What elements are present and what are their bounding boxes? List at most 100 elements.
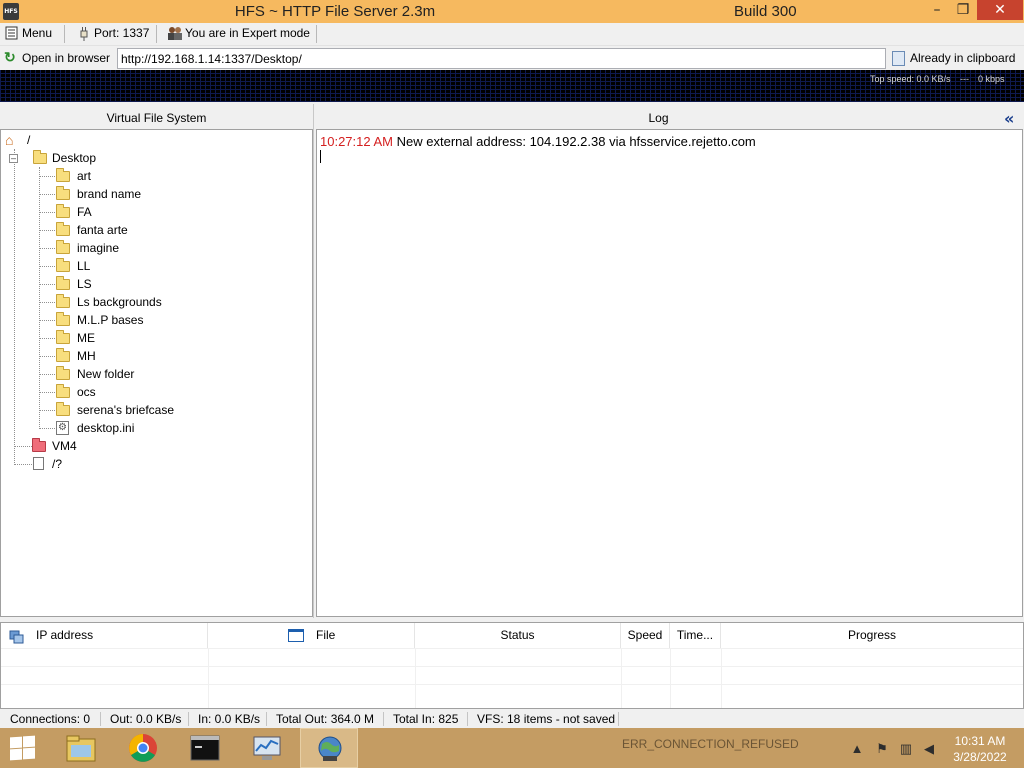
tree-connector (39, 374, 55, 375)
tray-notification: ERR_CONNECTION_REFUSED (622, 737, 799, 751)
column-header-progress[interactable]: Progress (721, 623, 1023, 648)
status-divider (467, 712, 468, 726)
column-header-ip[interactable]: IP address (1, 623, 208, 648)
folder-icon (56, 366, 70, 380)
menu-icon (4, 26, 19, 41)
tree-node-label: LL (77, 259, 91, 273)
log-timestamp: 10:27:12 AM (320, 134, 393, 149)
minimize-button[interactable]: – (924, 0, 950, 20)
tree-node-label: FA (77, 205, 92, 219)
port-button[interactable]: Port: 1337 (72, 23, 155, 45)
tree-connector (39, 212, 55, 213)
column-header-status[interactable]: Status (415, 623, 621, 648)
port-label: Port: 1337 (94, 26, 150, 40)
table-column-divider (621, 648, 622, 708)
log-panel[interactable]: 10:27:12 AM New external address: 104.19… (316, 129, 1023, 617)
folder-icon (56, 186, 70, 200)
vfs-tree-panel[interactable]: ⌂ / – Desktop art brand name FA fanta arte i… (0, 129, 313, 617)
status-divider (188, 712, 189, 726)
expert-mode-button[interactable]: You are in Expert mode (163, 23, 316, 45)
tree-connector (39, 410, 55, 411)
menu-button[interactable]: Menu (0, 23, 58, 45)
tree-node-label: imagine (77, 241, 120, 255)
tree-node-label: MH (77, 349, 96, 363)
tree-node-label: Ls backgrounds (77, 295, 162, 309)
collapse-icon[interactable]: « (1004, 109, 1014, 128)
folder-icon (56, 276, 70, 290)
open-in-browser-button[interactable]: ↻ Open in browser (0, 48, 110, 68)
status-divider (266, 712, 267, 726)
tree-connector (39, 428, 55, 429)
url-bar: ↻ Open in browser Already in clipboard (0, 45, 1024, 70)
vfs-tree: ⌂ / – Desktop art brand name FA fanta arte i… (5, 132, 175, 471)
folder-icon (56, 168, 70, 182)
hfs-globe-icon (315, 734, 345, 764)
taskbar-hfs[interactable] (300, 728, 358, 768)
table-header-divider (1, 648, 1023, 649)
table-column-divider (208, 648, 209, 708)
url-field[interactable] (117, 48, 886, 69)
title-bar[interactable]: HFS HFS ~ HTTP File Server 2.3m Build 30… (0, 0, 1024, 23)
tree-connector (39, 356, 55, 357)
folder-icon (56, 294, 70, 308)
tree-connector (39, 392, 55, 393)
status-divider (618, 712, 619, 726)
network-icon (9, 628, 24, 644)
tree-connector (39, 338, 55, 339)
show-hidden-icons-icon[interactable]: ▲ (849, 741, 865, 757)
clipboard-icon (892, 51, 905, 66)
red-folder-icon (32, 438, 46, 452)
tree-node-label: brand name (77, 187, 142, 201)
toolbar-divider (316, 25, 317, 43)
tree-connector (14, 464, 32, 465)
window-icon (288, 629, 304, 642)
clock-time: 10:31 AM (954, 734, 1006, 748)
graph-separator: --- (960, 74, 969, 84)
column-header-speed[interactable]: Speed (621, 623, 670, 648)
folder-icon (56, 204, 70, 218)
mode-label: You are in Expert mode (185, 26, 310, 40)
folder-icon (33, 150, 47, 164)
close-button[interactable]: ✕ (977, 0, 1023, 20)
collapse-toggle-icon[interactable]: – (9, 154, 18, 163)
taskbar-file-explorer[interactable] (52, 728, 110, 768)
text-caret (320, 150, 321, 163)
taskbar-command-prompt[interactable] (176, 728, 234, 768)
status-out: Out: 0.0 KB/s (110, 712, 182, 726)
action-center-icon[interactable]: ⚑ (874, 741, 890, 757)
clipboard-button[interactable]: Already in clipboard (888, 48, 1022, 69)
users-icon (167, 26, 182, 41)
window-title: HFS ~ HTTP File Server 2.3m (234, 3, 436, 20)
column-header-time[interactable]: Time... (670, 623, 721, 648)
network-tray-icon[interactable]: ▥ (898, 741, 914, 757)
column-header-file[interactable]: File (208, 623, 415, 648)
windows-start-button[interactable] (8, 735, 36, 762)
file-icon (33, 457, 44, 470)
status-total-in: Total In: 825 (393, 712, 459, 726)
volume-muted-icon[interactable]: ◀ (921, 741, 937, 757)
folder-icon (56, 348, 70, 362)
restore-button[interactable]: ❐ (950, 0, 976, 20)
tree-connector (39, 176, 55, 177)
folder-icon (56, 312, 70, 326)
tree-connector (14, 149, 15, 465)
plug-icon (76, 26, 91, 41)
tree-connector (39, 320, 55, 321)
folder-icon (56, 330, 70, 344)
status-vfs[interactable]: VFS: 18 items - not saved (477, 712, 615, 726)
taskbar-resource-monitor[interactable] (238, 728, 296, 768)
file-explorer-icon (66, 733, 96, 763)
tree-connector (39, 302, 55, 303)
status-total-out: Total Out: 364.0 M (276, 712, 375, 726)
folder-icon (56, 258, 70, 272)
table-column-divider (415, 648, 416, 708)
clipboard-label: Already in clipboard (910, 51, 1016, 65)
taskbar-chrome[interactable] (114, 728, 172, 768)
terminal-icon (190, 733, 220, 763)
folder-icon (56, 240, 70, 254)
tree-connector (39, 266, 55, 267)
connections-table[interactable]: IP address File Status Speed Time... Pro… (0, 622, 1024, 709)
table-row-divider (1, 684, 1023, 685)
log-entry: 10:27:12 AM New external address: 104.19… (320, 134, 756, 149)
system-clock[interactable]: 10:31 AM 3/28/2022 (945, 733, 1015, 765)
